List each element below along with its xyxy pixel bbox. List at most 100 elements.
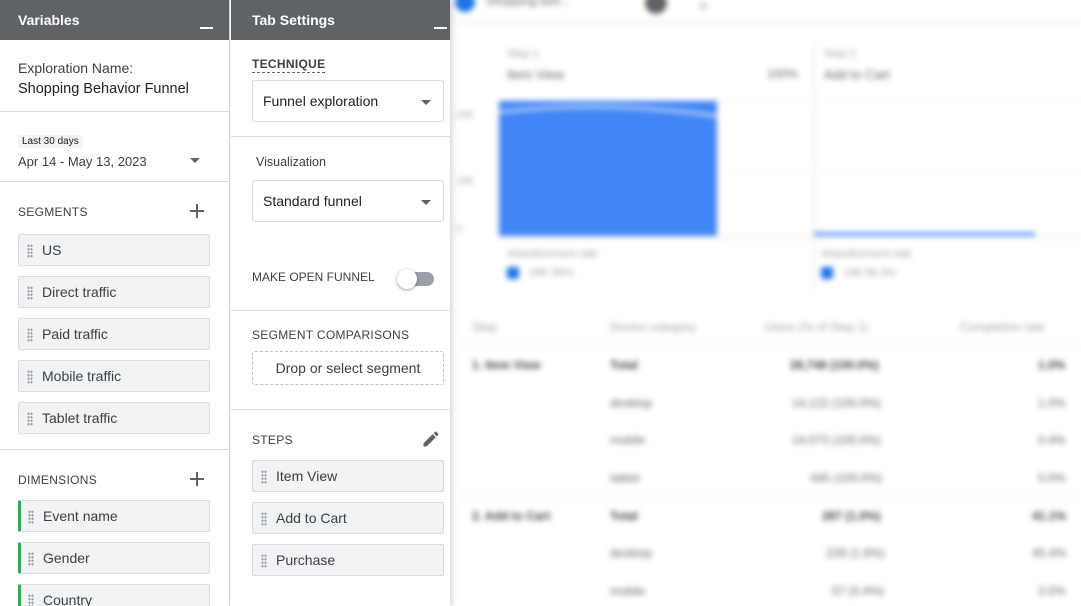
table-header: Users (% of Step 1) [764, 320, 869, 334]
date-range-picker[interactable]: Last 30 days Apr 14 - May 13, 2023 [0, 112, 229, 182]
chevron-down-icon [421, 200, 431, 205]
drag-handle-icon[interactable] [261, 470, 267, 484]
chevron-down-icon [421, 100, 431, 105]
funnel-report-background: Shopping beh... + Step 1 Item View 100% … [450, 0, 1081, 606]
table-cell: 287 (1.0%) [822, 509, 881, 523]
abandonment-marker [821, 267, 833, 279]
table-cell: desktop [610, 546, 653, 560]
table-cell: Total [610, 358, 638, 372]
abandonment-value: 28K 99% [529, 267, 574, 279]
variables-title: Variables [18, 12, 80, 28]
table-cell: 57 (0.4%) [832, 584, 885, 598]
date-range-badge: Last 30 days [18, 135, 83, 148]
table-cell: 1. Item View [472, 358, 541, 372]
drag-handle-icon[interactable] [27, 412, 33, 426]
toggle-thumb [397, 269, 417, 289]
table-row [462, 345, 1081, 346]
open-funnel-toggle[interactable] [397, 269, 436, 289]
drag-handle-icon[interactable] [28, 552, 34, 566]
minimize-icon[interactable] [434, 27, 447, 29]
table-header: Device category [610, 320, 697, 334]
add-segment-icon[interactable] [190, 204, 204, 218]
table-cell: 41.1% [1032, 509, 1067, 523]
tab-settings-title: Tab Settings [252, 12, 335, 28]
step-chip-add-to-cart[interactable]: Add to Cart [252, 502, 444, 534]
table-cell: mobile [610, 584, 646, 598]
segments-title: SEGMENTS [18, 205, 88, 219]
drag-handle-icon[interactable] [261, 512, 267, 526]
table-cell: mobile [610, 433, 646, 447]
table-cell: 1.0% [1038, 396, 1066, 410]
table-cell: tablet [610, 471, 640, 485]
dimension-chip-label: Gender [43, 550, 90, 566]
drag-handle-icon[interactable] [27, 286, 33, 300]
drag-handle-icon[interactable] [28, 594, 34, 606]
segment-drop-zone[interactable]: Drop or select segment [252, 351, 444, 385]
segment-chip-paid-traffic[interactable]: Paid traffic [18, 318, 210, 350]
table-cell: 0.4% [1038, 433, 1066, 447]
segment-chip-label: Paid traffic [42, 326, 108, 342]
table-cell: 28,748 (100.0%) [790, 358, 879, 372]
tab-settings-panel: Tab Settings TECHNIQUE Funnel exploratio… [231, 0, 450, 606]
dimensions-section: DIMENSIONS Event name Gender Country [0, 450, 229, 606]
variables-panel: Variables Exploration Name: Shopping Beh… [0, 0, 230, 606]
abandonment-value: 188 58.3% [843, 267, 896, 279]
date-range-value[interactable]: Apr 14 - May 13, 2023 [18, 154, 147, 169]
technique-value: Funnel exploration [263, 93, 379, 109]
technique-title: TECHNIQUE [252, 57, 326, 73]
segment-chip-tablet-traffic[interactable]: Tablet traffic [18, 402, 210, 434]
dimensions-title: DIMENSIONS [18, 473, 98, 487]
blurred-report: Shopping beh... + Step 1 Item View 100% … [450, 0, 1081, 606]
dimension-chip-label: Country [43, 592, 93, 606]
drag-handle-icon[interactable] [27, 328, 33, 342]
visualization-label: Visualization [256, 155, 326, 169]
segment-chip-label: Direct traffic [42, 284, 117, 300]
step-chip-label: Item View [276, 468, 338, 484]
exploration-name-value[interactable]: Shopping Behavior Funnel [18, 81, 211, 97]
visualization-section: Visualization Standard funnel MAKE OPEN … [231, 137, 450, 311]
minimize-icon[interactable] [200, 27, 213, 29]
dimension-chip-country[interactable]: Country [18, 584, 210, 606]
drag-handle-icon[interactable] [28, 510, 34, 524]
step-chip-purchase[interactable]: Purchase [252, 544, 444, 576]
table-cell: 14,122 (100.0%) [792, 396, 881, 410]
table-cell: 1.0% [1038, 358, 1066, 372]
table-cell: 0.0% [1038, 471, 1066, 485]
table-cell: desktop [610, 396, 653, 410]
open-funnel-label: MAKE OPEN FUNNEL [252, 270, 375, 284]
segment-chip-label: Tablet traffic [42, 410, 118, 426]
segment-chip-label: US [42, 242, 62, 258]
exploration-name-section[interactable]: Exploration Name: Shopping Behavior Funn… [0, 40, 229, 112]
segment-comparisons-title: SEGMENT COMPARISONS [252, 328, 410, 342]
table-cell: 45.4% [1032, 546, 1067, 560]
segment-chip-mobile-traffic[interactable]: Mobile traffic [18, 360, 210, 392]
variables-header: Variables [0, 0, 229, 40]
table-cell: 2. Add to Cart [472, 509, 551, 523]
table-header: Step [472, 320, 497, 334]
technique-section: TECHNIQUE Funnel exploration [231, 40, 450, 137]
table-cell: 14,073 (100.0%) [792, 433, 881, 447]
drag-handle-icon[interactable] [261, 554, 267, 568]
dimension-chip-gender[interactable]: Gender [18, 542, 210, 574]
segment-comparisons-section: SEGMENT COMPARISONS Drop or select segme… [231, 311, 450, 410]
technique-select[interactable]: Funnel exploration [252, 80, 444, 122]
add-dimension-icon[interactable] [190, 472, 204, 486]
step-chip-item-view[interactable]: Item View [252, 460, 444, 492]
drag-handle-icon[interactable] [27, 244, 33, 258]
pencil-icon[interactable] [421, 429, 441, 449]
visualization-select[interactable]: Standard funnel [252, 180, 444, 222]
table-cell: 3.5% [1038, 584, 1066, 598]
drag-handle-icon[interactable] [27, 370, 33, 384]
funnel-bar-step-2 [814, 232, 1035, 236]
dimension-chip-event-name[interactable]: Event name [18, 500, 210, 532]
segment-chip-us[interactable]: US [18, 234, 210, 266]
table-cell: Total [610, 509, 638, 523]
dimension-chip-label: Event name [43, 508, 118, 524]
segment-chip-direct-traffic[interactable]: Direct traffic [18, 276, 210, 308]
funnel-bar-step-1 [499, 101, 717, 236]
step-chip-label: Add to Cart [276, 510, 347, 526]
abandonment-marker [507, 267, 519, 279]
steps-title: STEPS [252, 433, 293, 447]
chevron-down-icon[interactable] [190, 158, 200, 163]
exploration-name-label: Exploration Name: [18, 60, 134, 76]
